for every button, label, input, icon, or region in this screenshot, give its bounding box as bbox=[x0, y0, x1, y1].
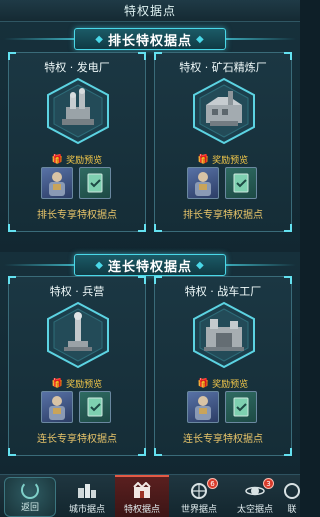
reward-items bbox=[187, 391, 257, 423]
card-description: 连长专享特权据点 bbox=[183, 434, 263, 445]
section-header: ◆ 连长特权据点 ◆ bbox=[0, 252, 300, 278]
hero-reward-icon[interactable] bbox=[187, 167, 219, 199]
reward-preview[interactable]: 🎁 奖励预览 bbox=[9, 153, 145, 167]
book-reward-icon[interactable] bbox=[225, 167, 257, 199]
section-title-badge: ◆ 排长特权据点 ◆ bbox=[74, 28, 226, 50]
privilege-icon bbox=[131, 482, 153, 500]
refinery-icon bbox=[192, 77, 256, 145]
notification-badge: 6 bbox=[207, 478, 218, 489]
card-name: 特权 · 矿石精炼厂 bbox=[179, 61, 267, 74]
section-title: 排长特权据点 bbox=[107, 33, 192, 49]
card-description: 排长专享特权据点 bbox=[37, 210, 117, 221]
reward-items bbox=[41, 167, 111, 199]
tab-city-stronghold[interactable]: 城市据点 bbox=[60, 475, 114, 517]
reward-preview[interactable]: 🎁 奖励预览 bbox=[155, 377, 291, 391]
gift-icon: 🎁 bbox=[51, 154, 64, 165]
stronghold-card-barracks[interactable]: 特权 · 兵营 🎁 奖励预览 连长专享特权据点 bbox=[8, 276, 146, 456]
card-description: 连长专享特权据点 bbox=[37, 434, 117, 445]
book-reward-icon[interactable] bbox=[225, 391, 257, 423]
hero-reward-icon[interactable] bbox=[41, 167, 73, 199]
card-name: 特权 · 发电厂 bbox=[44, 61, 110, 74]
card-description: 排长专享特权据点 bbox=[183, 210, 263, 221]
gift-icon: 🎁 bbox=[197, 378, 210, 389]
reward-items bbox=[187, 167, 257, 199]
back-button[interactable]: 返回 bbox=[4, 477, 56, 517]
platoon-privilege-section: ◆ 排长特权据点 ◆ 特权 · 发电厂 🎁 奖励预览 排长专享特权据点 特权 ·… bbox=[0, 22, 300, 252]
book-reward-icon[interactable] bbox=[79, 167, 111, 199]
bottom-nav: 返回 城市据点 特权据点 6 世界据点 3 太空据点 联 bbox=[0, 474, 300, 517]
card-name: 特权 · 兵营 bbox=[49, 285, 105, 298]
book-reward-icon[interactable] bbox=[79, 391, 111, 423]
hero-reward-icon[interactable] bbox=[187, 391, 219, 423]
stronghold-card-refinery[interactable]: 特权 · 矿石精炼厂 🎁 奖励预览 排长专享特权据点 bbox=[154, 52, 292, 232]
barracks-icon bbox=[46, 301, 110, 369]
section-title: 连长特权据点 bbox=[107, 259, 192, 275]
stronghold-card-war-factory[interactable]: 特权 · 战车工厂 🎁 奖励预览 连长专享特权据点 bbox=[154, 276, 292, 456]
reward-preview[interactable]: 🎁 奖励预览 bbox=[9, 377, 145, 391]
page-title: 特权据点 bbox=[123, 4, 176, 18]
section-title-badge: ◆ 连长特权据点 ◆ bbox=[74, 254, 226, 276]
back-icon bbox=[21, 481, 39, 499]
reward-preview[interactable]: 🎁 奖励预览 bbox=[155, 153, 291, 167]
stronghold-card-power-plant[interactable]: 特权 · 发电厂 🎁 奖励预览 排长专享特权据点 bbox=[8, 52, 146, 232]
section-header: ◆ 排长特权据点 ◆ bbox=[0, 26, 300, 52]
tab-world-stronghold[interactable]: 6 世界据点 bbox=[172, 475, 226, 517]
reward-items bbox=[41, 391, 111, 423]
city-icon bbox=[76, 482, 98, 500]
power-plant-icon bbox=[46, 77, 110, 145]
tab-space-stronghold[interactable]: 3 太空据点 bbox=[228, 475, 282, 517]
card-name: 特权 · 战车工厂 bbox=[184, 285, 262, 298]
alliance-icon bbox=[284, 482, 300, 500]
tab-privilege-stronghold[interactable]: 特权据点 bbox=[115, 475, 169, 517]
gift-icon: 🎁 bbox=[51, 378, 64, 389]
title-bar: 特权据点 bbox=[0, 0, 300, 22]
tab-alliance-stronghold[interactable]: 联 bbox=[284, 475, 300, 517]
gift-icon: 🎁 bbox=[197, 154, 210, 165]
hero-reward-icon[interactable] bbox=[41, 391, 73, 423]
company-privilege-section: ◆ 连长特权据点 ◆ 特权 · 兵营 🎁 奖励预览 连长专享特权据点 特权 · … bbox=[0, 252, 300, 474]
notification-badge: 3 bbox=[263, 478, 274, 489]
war-factory-icon bbox=[192, 301, 256, 369]
